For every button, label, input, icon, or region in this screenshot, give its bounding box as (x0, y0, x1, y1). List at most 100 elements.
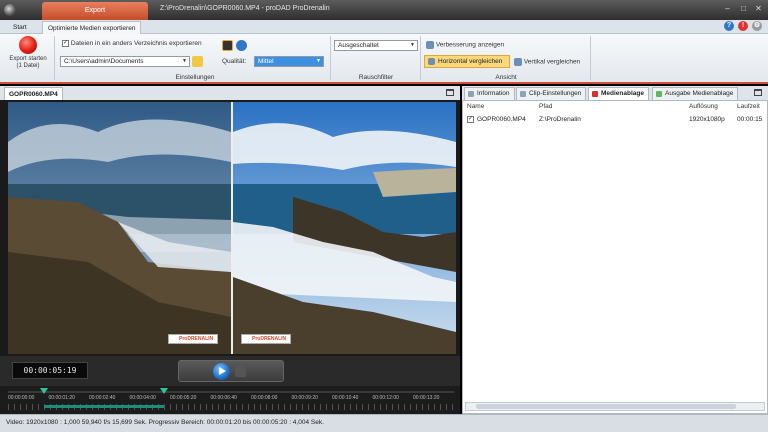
video-frame-improved: ProDRENALIN (233, 102, 456, 354)
timeline-label: 00:00:05:20 (170, 395, 197, 401)
timeline-label: 00:00:06:40 (210, 395, 237, 401)
video-frame-original: ProDRENALIN (8, 102, 231, 354)
horizontal-compare-icon (428, 58, 435, 65)
column-path[interactable]: Pfad (539, 103, 552, 110)
maximize-pane-icon[interactable] (754, 89, 762, 96)
video-preview[interactable]: ProDRENALIN ProDRENALIN (0, 100, 460, 356)
tab-information[interactable]: Information (464, 87, 515, 100)
list-header: Name Pfad Auflösung Laufzeit (463, 103, 767, 115)
quality-value: Mittel (258, 58, 274, 65)
vertical-compare-icon (514, 58, 522, 66)
group-separator (590, 36, 591, 80)
output-bin-tab-icon (656, 91, 662, 97)
chevron-down-icon: ▼ (410, 42, 415, 48)
context-tab-export: Export (42, 2, 148, 20)
improvement-icon (426, 41, 434, 49)
scrollbar-thumb[interactable] (476, 404, 736, 409)
compare-vertical-button[interactable]: Vertikal vergleichen (514, 58, 580, 66)
group-separator (330, 36, 331, 80)
chevron-down-icon: ▼ (182, 58, 187, 64)
show-improvement-button[interactable]: Verbesserung anzeigen (426, 41, 504, 49)
timeline-track[interactable] (8, 391, 454, 393)
row-duration: 00:00:15 (737, 116, 763, 123)
column-resolution[interactable]: Auflösung (689, 103, 718, 110)
tab-label: Ausgabe Medienablage (665, 90, 734, 97)
timeline-label: 00:00:10:40 (332, 395, 359, 401)
right-panel-tabs: Information Clip-Einstellungen Medienabl… (462, 86, 768, 100)
group-label-rauschfilter: Rauschfilter (358, 74, 394, 81)
column-duration[interactable]: Laufzeit (737, 103, 760, 110)
row-path: Z:\ProDrenalin (539, 116, 581, 123)
ribbon-tab-row: Start Optimierte Medien exportieren ? ! … (0, 20, 768, 34)
timeline-label: 00:00:08:00 (251, 395, 278, 401)
close-icon[interactable]: ✕ (753, 4, 764, 13)
media-bin-tab-icon (592, 91, 598, 97)
app-icon[interactable] (4, 4, 16, 16)
row-name: GOPR0060.MP4 (477, 116, 526, 123)
timeline[interactable]: 00:00:00:00 00:00:01:20 00:00:02:40 00:00:0… (0, 386, 460, 414)
timeline-label: 00:00:09:20 (291, 395, 318, 401)
tab-start[interactable]: Start (8, 21, 32, 34)
tab-output-media-bin[interactable]: Ausgabe Medienablage (652, 87, 739, 100)
playback-controls: 00:00:05:19 (0, 356, 460, 386)
export-other-dir-checkbox[interactable]: ✓ Dateien in ein anders Verzeichnis expo… (62, 40, 202, 47)
tab-clip-settings[interactable]: Clip-Einstellungen (516, 87, 587, 100)
play-icon (219, 367, 226, 375)
info-icon[interactable]: ! (738, 21, 748, 31)
tab-optimized-export[interactable]: Optimierte Medien exportieren (42, 21, 142, 34)
video-tab-row: GOPR0060.MP4 (0, 86, 460, 100)
maximize-icon[interactable]: □ (738, 4, 749, 13)
row-resolution: 1920x1080p (689, 116, 725, 123)
window-title: Z:\ProDrenalin\GOPR0060.MP4 - proDAD Pro… (160, 5, 330, 12)
play-button[interactable] (213, 363, 230, 380)
range-end-marker[interactable] (160, 388, 168, 394)
tab-media-bin[interactable]: Medienablage (588, 87, 649, 100)
clip-settings-tab-icon (520, 91, 526, 97)
timeline-label: 00:00:02:40 (89, 395, 116, 401)
quality-select[interactable]: Mittel ▼ (254, 56, 324, 67)
folder-icon[interactable] (192, 56, 203, 67)
watermark-badge-right: ProDRENALIN (241, 334, 291, 344)
improved-frame-image (233, 102, 456, 354)
help-icon[interactable]: ? (724, 21, 734, 31)
watermark-badge-left: ProDRENALIN (168, 334, 218, 344)
list-item[interactable]: ✓ GOPR0060.MP4 Z:\ProDrenalin 1920x1080p… (463, 116, 767, 128)
options-icon[interactable]: ⚙ (752, 21, 762, 31)
group-label-einstellungen: Einstellungen (175, 74, 215, 81)
timeline-label: 00:00:01:20 (48, 395, 75, 401)
stop-button[interactable] (235, 366, 246, 377)
tab-label: Medienablage (601, 90, 644, 97)
status-bar: Video: 1920x1080 : 1,000 59,940 f/s 15,6… (0, 414, 768, 432)
export-start-label: Export starten (1 Datei) (9, 56, 47, 69)
tab-label: Information (477, 90, 510, 97)
range-start-marker[interactable] (40, 388, 48, 394)
group-separator (420, 36, 421, 80)
denoise-select[interactable]: Ausgeschaltet ▼ (334, 40, 418, 51)
export-path-value: C:\Users\admin\Documents (64, 58, 144, 65)
record-icon (19, 36, 37, 54)
title-bar: Export Z:\ProDrenalin\GOPR0060.MP4 - pro… (0, 0, 768, 20)
checkbox-icon: ✓ (467, 116, 474, 123)
transport-box (178, 360, 284, 382)
compare-horizontal-button[interactable]: Horizontal vergleichen (424, 55, 510, 68)
export-path-select[interactable]: C:\Users\admin\Documents ▼ (60, 56, 190, 67)
minimize-icon[interactable]: – (722, 4, 733, 13)
export-other-dir-label: Dateien in ein anders Verzeichnis export… (70, 40, 202, 48)
compare-horizontal-label: Horizontal vergleichen (438, 58, 503, 65)
original-frame-image (8, 102, 231, 354)
horizontal-scrollbar[interactable] (465, 402, 765, 411)
maximize-pane-icon[interactable] (446, 89, 454, 96)
chevron-down-icon: ▼ (316, 58, 321, 64)
timeline-label: 00:00:13:20 (413, 395, 440, 401)
video-file-tab[interactable]: GOPR0060.MP4 (4, 87, 63, 100)
group-label-ansicht: Ansicht (495, 74, 517, 81)
export-start-button[interactable]: Export starten (1 Datei) (6, 36, 50, 74)
ribbon: Export starten (1 Datei) ✓ Dateien in ei… (0, 34, 768, 84)
settings-icon[interactable] (236, 40, 247, 51)
timecode-display: 00:00:05:19 (12, 362, 88, 379)
column-name[interactable]: Name (467, 103, 484, 110)
timeline-label: 00:00:00:00 (8, 395, 35, 401)
media-bin-list: Name Pfad Auflösung Laufzeit ✓ GOPR0060.… (462, 100, 768, 414)
quality-preset-icon[interactable] (222, 40, 233, 51)
denoise-value: Ausgeschaltet (338, 42, 379, 49)
